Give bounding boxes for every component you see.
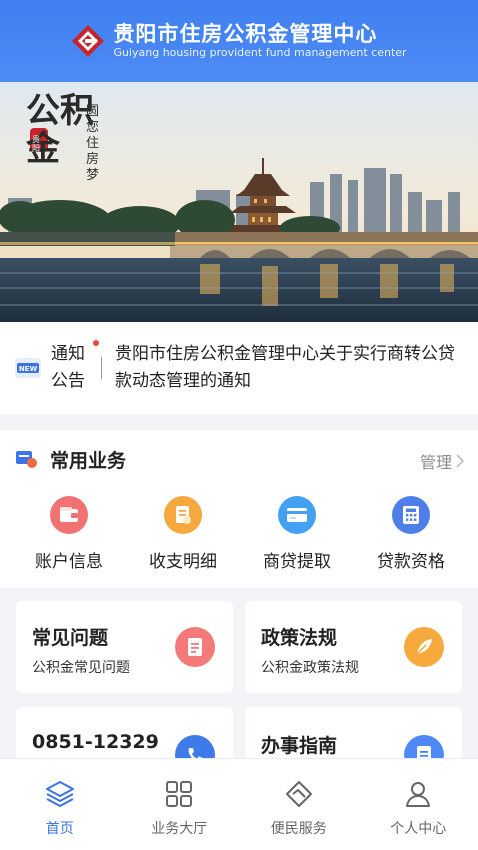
services-icon xyxy=(16,451,37,468)
card-subtitle: 公积金政策法规 xyxy=(261,660,359,676)
user-icon xyxy=(406,782,431,807)
card-icon xyxy=(278,496,316,534)
nav-label: 便民服务 xyxy=(270,821,327,837)
chevron-right-icon xyxy=(456,454,464,468)
notice-bar[interactable]: NEW 通知 公告 贵阳市住房公积金管理中心关于实行商转公贷款动态管理的通知 xyxy=(0,322,478,414)
manage-label: 管理 xyxy=(419,453,452,472)
card-subtitle: 公积金常见问题 xyxy=(32,660,130,676)
banner-slogan: 圆您住房梦 xyxy=(86,104,100,183)
service-account-info[interactable]: 账户信息 xyxy=(12,496,126,586)
nav-convenience[interactable]: 便民服务 xyxy=(239,759,359,850)
card-policies[interactable]: 政策法规 公积金政策法规 xyxy=(245,601,462,693)
banner-seal: 贵阳 xyxy=(32,135,40,153)
nav-business-hall[interactable]: 业务大厅 xyxy=(120,759,240,850)
document-icon xyxy=(175,627,215,667)
services-grid: 账户信息 收支明细 商贷提取 贷款资格 xyxy=(0,496,478,586)
card-title: 常见问题 xyxy=(32,627,109,649)
card-title: 0851-12329 xyxy=(32,731,159,753)
app-page: 贵阳市住房公积金管理中心 Guiyang housing provident f… xyxy=(0,0,478,850)
notice-label-line2: 公告 xyxy=(51,371,85,391)
banner-image[interactable]: 公积金 贵阳 圆您住房梦 xyxy=(0,82,478,322)
nav-personal-center[interactable]: 个人中心 xyxy=(359,759,478,850)
notice-text[interactable]: 贵阳市住房公积金管理中心关于实行商转公贷款动态管理的通知 xyxy=(115,341,470,395)
calculator-icon xyxy=(392,496,430,534)
service-loan-withdrawal[interactable]: 商贷提取 xyxy=(240,496,354,586)
header-title: 贵阳市住房公积金管理中心 xyxy=(113,22,378,46)
notice-divider xyxy=(101,357,102,379)
svg-text:NEW: NEW xyxy=(19,365,38,373)
handshake-icon xyxy=(285,781,312,807)
card-title: 办事指南 xyxy=(261,735,338,757)
service-label: 商贷提取 xyxy=(263,552,331,572)
unread-dot xyxy=(93,340,99,346)
service-loan-eligibility[interactable]: 贷款资格 xyxy=(354,496,468,586)
feather-icon xyxy=(404,627,444,667)
nav-label: 首页 xyxy=(45,821,74,837)
card-title: 政策法规 xyxy=(261,627,338,649)
manage-link[interactable]: 管理 xyxy=(420,449,464,473)
notice-label-line1: 通知 xyxy=(51,344,85,364)
bill-icon xyxy=(164,496,202,534)
nav-label: 个人中心 xyxy=(390,821,447,837)
nav-label: 业务大厅 xyxy=(151,821,208,837)
bottom-navigation: 首页 业务大厅 便民服务 个人中心 xyxy=(0,758,478,850)
notice-label: 通知 公告 xyxy=(51,340,99,395)
services-header: 常用业务 管理 xyxy=(0,430,478,488)
service-label: 收支明细 xyxy=(149,552,217,572)
service-label: 贷款资格 xyxy=(377,552,445,572)
grid-icon xyxy=(166,781,193,807)
nav-home[interactable]: 首页 xyxy=(0,759,120,850)
logo-icon xyxy=(72,25,105,57)
app-header: 贵阳市住房公积金管理中心 Guiyang housing provident f… xyxy=(0,0,478,82)
common-services-section: 常用业务 管理 账户信息 收支明细 商贷提取 贷款资格 xyxy=(0,430,478,588)
header-title-block: 贵阳市住房公积金管理中心 Guiyang housing provident f… xyxy=(113,22,406,60)
header-subtitle: Guiyang housing provident fund managemen… xyxy=(113,46,407,59)
service-label: 账户信息 xyxy=(35,552,103,572)
new-icon: NEW xyxy=(15,358,41,378)
card-faq[interactable]: 常见问题 公积金常见问题 xyxy=(16,601,233,693)
wallet-icon xyxy=(50,496,88,534)
service-transaction-details[interactable]: 收支明细 xyxy=(126,496,240,586)
layers-icon xyxy=(45,781,74,807)
services-title: 常用业务 xyxy=(50,449,127,472)
